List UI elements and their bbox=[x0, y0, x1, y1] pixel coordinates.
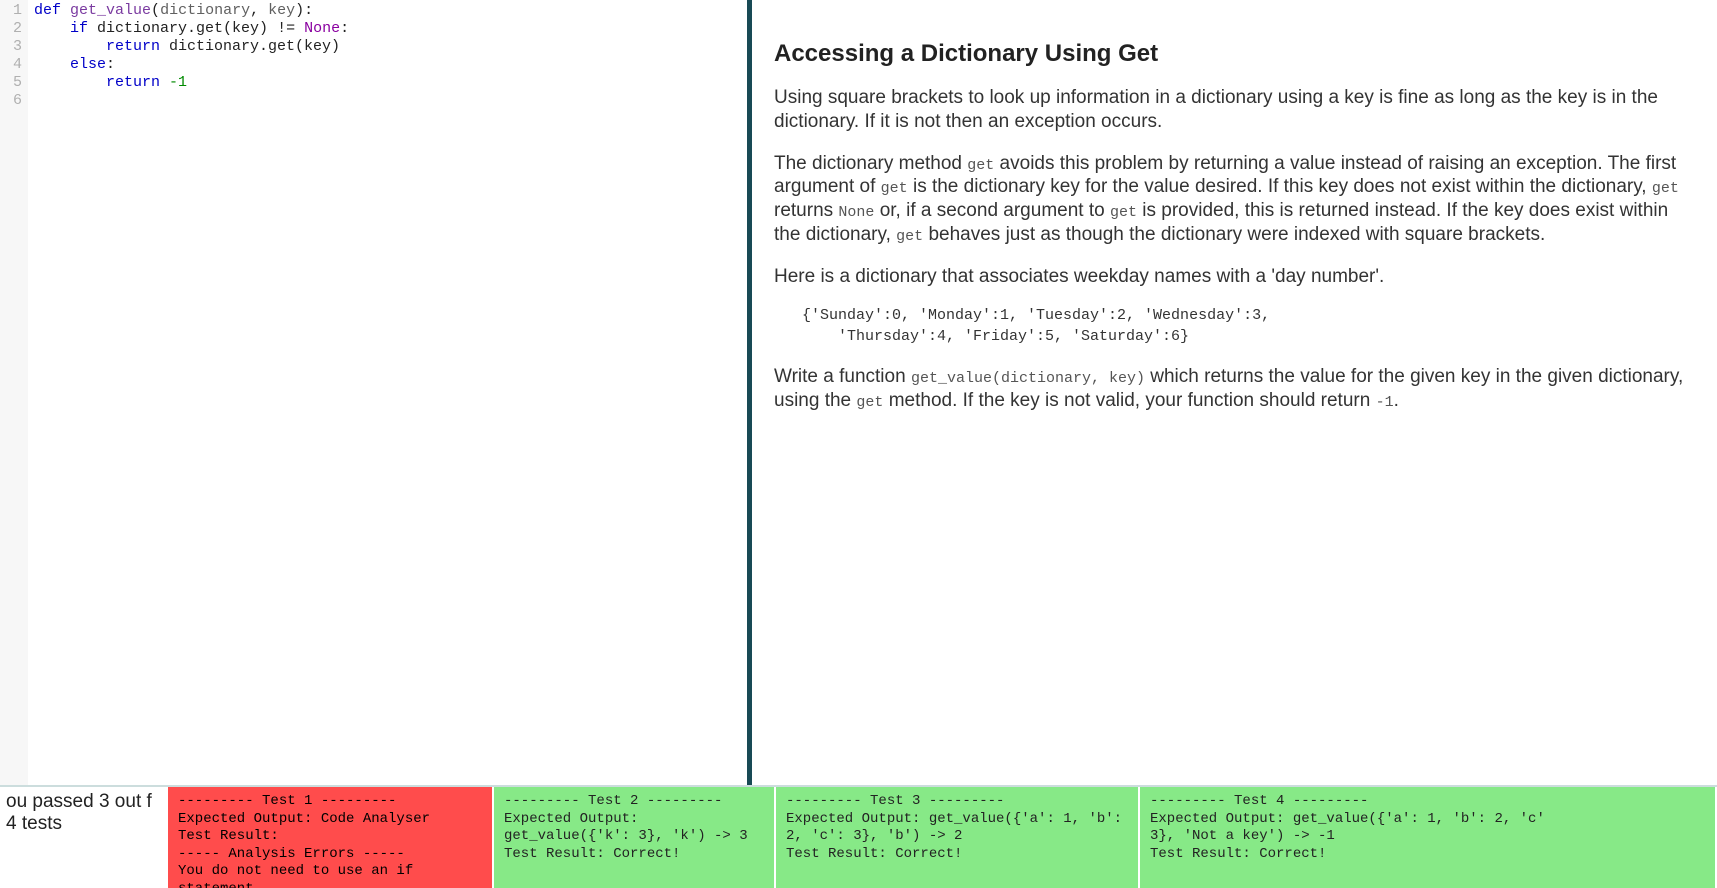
line-number: 4 bbox=[0, 56, 28, 74]
code-inline: -1 bbox=[1376, 394, 1394, 411]
test-card-3[interactable]: --------- Test 3 --------- Expected Outp… bbox=[776, 787, 1138, 888]
instructions-para: The dictionary method get avoids this pr… bbox=[774, 152, 1697, 247]
instructions-para: Using square brackets to look up informa… bbox=[774, 86, 1697, 134]
instructions-pane[interactable]: Accessing a Dictionary Using Get Using s… bbox=[752, 0, 1717, 785]
results-summary: ou passed 3 out f 4 tests bbox=[0, 787, 168, 888]
line-number: 5 bbox=[0, 74, 28, 92]
results-panel: ou passed 3 out f 4 tests --------- Test… bbox=[0, 785, 1717, 888]
top-split: 1 2 3 4 5 6 def get_value(dictionary, ke… bbox=[0, 0, 1717, 785]
instructions-para: Write a function get_value(dictionary, k… bbox=[774, 365, 1697, 413]
test-cards-row: --------- Test 1 --------- Expected Outp… bbox=[168, 787, 1717, 888]
code-inline: get bbox=[1652, 180, 1679, 197]
instructions-para: Here is a dictionary that associates wee… bbox=[774, 265, 1697, 289]
code-inline: get bbox=[896, 228, 923, 245]
code-inline: get bbox=[856, 394, 883, 411]
code-inline: None bbox=[838, 204, 874, 221]
line-number: 3 bbox=[0, 38, 28, 56]
test-card-2[interactable]: --------- Test 2 --------- Expected Outp… bbox=[494, 787, 774, 888]
line-number: 6 bbox=[0, 92, 28, 110]
code-snippet: {'Sunday':0, 'Monday':1, 'Tuesday':2, 'W… bbox=[802, 306, 1697, 347]
app-root: 1 2 3 4 5 6 def get_value(dictionary, ke… bbox=[0, 0, 1717, 888]
line-number: 1 bbox=[0, 2, 28, 20]
code-editor-pane[interactable]: 1 2 3 4 5 6 def get_value(dictionary, ke… bbox=[0, 0, 752, 785]
code-inline: get bbox=[1110, 204, 1137, 221]
test-card-1[interactable]: --------- Test 1 --------- Expected Outp… bbox=[168, 787, 492, 888]
line-number: 2 bbox=[0, 20, 28, 38]
test-card-4[interactable]: --------- Test 4 --------- Expected Outp… bbox=[1140, 787, 1715, 888]
line-number-gutter: 1 2 3 4 5 6 bbox=[0, 0, 28, 785]
code-area[interactable]: def get_value(dictionary, key): if dicti… bbox=[28, 0, 747, 785]
code-inline: get_value(dictionary, key) bbox=[911, 370, 1145, 387]
code-inline: get bbox=[881, 180, 908, 197]
instructions-title: Accessing a Dictionary Using Get bbox=[774, 40, 1697, 68]
code-inline: get bbox=[967, 157, 994, 174]
